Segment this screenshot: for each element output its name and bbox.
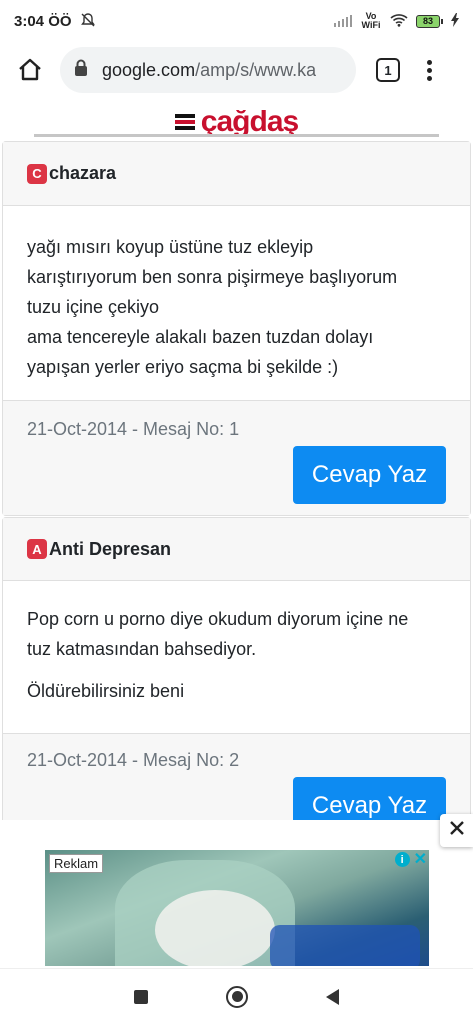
author-badge: A [27,539,47,559]
post-card: A Anti Depresan Pop corn u porno diye ok… [2,517,471,820]
battery-level: 83 [416,14,440,28]
status-bar: 3:04 ÖÖ Vo WiFi 83 [0,0,473,42]
post-meta: 21-Oct-2014 - Mesaj No: 2 [27,750,240,770]
home-icon[interactable] [10,50,50,90]
post-footer: 21-Oct-2014 - Mesaj No: 1 Cevap Yaz [3,400,470,515]
site-logo[interactable]: çağdaş [174,110,299,134]
bell-off-icon [80,12,96,31]
post-footer: 21-Oct-2014 - Mesaj No: 2 Cevap Yaz [3,733,470,820]
logo-mark-icon [174,114,195,130]
wifi-icon [390,13,408,30]
status-time: 3:04 ÖÖ [14,12,72,30]
url-text: google.com/amp/s/www.ka [102,60,316,81]
post-header: C chazara [3,142,470,206]
home-button-icon[interactable] [226,985,248,1008]
post-body: yağı mısırı koyup üstüne tuz ekleyip kar… [3,206,470,400]
ad-close-button[interactable] [440,814,473,847]
ad-label: Reklam [49,854,104,873]
reply-button[interactable]: Cevap Yaz [293,777,446,820]
browser-toolbar: google.com/amp/s/www.ka 1 [0,42,473,98]
logo-text: çağdaş [200,110,299,134]
post-meta: 21-Oct-2014 - Mesaj No: 1 [27,419,240,439]
post-text-line: karıştırıyorum ben sonra pişirmeye başlı… [27,267,398,287]
menu-icon[interactable] [424,59,434,81]
reply-button[interactable]: Cevap Yaz [293,446,446,504]
post-text-line: yağı mısırı koyup üstüne tuz ekleyip [27,237,314,257]
author-name[interactable]: Anti Depresan [49,539,171,560]
charging-icon [451,12,459,30]
adchoices[interactable]: i ✕ [394,852,427,868]
signal-icon [334,15,352,27]
post-text-line: Öldürebilirsiniz beni [27,681,185,701]
header-divider [34,134,439,137]
post-text-line: tuzu içine çekiyo [27,297,160,317]
page-content: çağdaş C chazara yağı mısırı koyup üstün… [0,98,473,820]
recents-icon[interactable] [134,989,148,1004]
post-text-line: Pop corn u porno diye okudum diyorum içi… [27,609,409,629]
address-bar[interactable]: google.com/amp/s/www.ka [60,47,356,93]
post-card: C chazara yağı mısırı koyup üstüne tuz e… [2,141,471,516]
post-text-line: ama tencereyle alakalı bazen tuzdan dola… [27,327,374,347]
info-icon[interactable]: i [394,852,410,867]
post-header: A Anti Depresan [3,518,470,581]
ad-dismiss-icon[interactable]: ✕ [414,852,427,868]
author-badge: C [27,163,47,184]
url-domain: google.com [102,59,196,80]
system-nav-bar [0,968,473,1024]
ad-banner[interactable]: Reklam i ✕ [45,850,429,966]
battery-icon: 83 [416,14,443,28]
author-name[interactable]: chazara [49,163,116,184]
tabs-icon[interactable]: 1 [376,58,400,82]
url-path: /amp/s/www.ka [195,59,317,80]
close-icon [449,820,465,841]
site-header: çağdaş [0,98,473,134]
vowifi-label: Vo WiFi [361,11,381,30]
post-text-line: yapışan yerler eriyo saçma bi şekilde :) [27,357,339,377]
lock-icon [74,59,92,82]
post-body: Pop corn u porno diye okudum diyorum içi… [3,581,470,733]
post-text-line: tuz katmasından bahsediyor. [27,639,257,659]
back-icon[interactable] [326,988,339,1005]
